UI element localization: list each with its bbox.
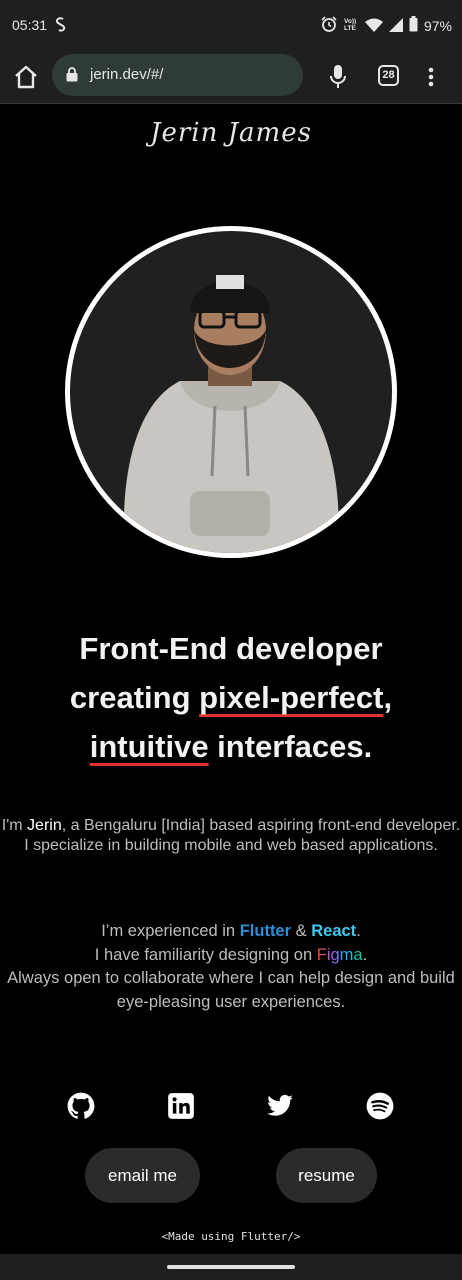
figma-label: Figma (316, 945, 363, 964)
headline-text: interfaces. (208, 729, 373, 764)
resume-button[interactable]: resume (276, 1148, 377, 1203)
svg-text:Vo)): Vo)) (344, 18, 356, 25)
bio-text: & (291, 922, 312, 940)
battery-icon (409, 16, 418, 36)
bio-experience-line: I’m experienced in Flutter & React. (0, 920, 462, 944)
bio-text: . (356, 922, 361, 940)
bio-intro: I'm Jerin, a Bengaluru [India] based asp… (0, 816, 462, 855)
flutter-label: Flutter (239, 922, 292, 940)
shazam-icon (54, 17, 68, 37)
wifi-icon (364, 17, 383, 36)
home-icon[interactable] (13, 64, 39, 90)
bio-name: Jerin (27, 817, 62, 834)
tabs-icon[interactable]: 28 (378, 65, 399, 86)
home-gesture-handle[interactable] (167, 1265, 295, 1269)
bio-collaborate-line: Always open to collaborate where I can h… (7, 969, 455, 1011)
highlight-pixel-perfect: pixel-perfect (199, 680, 384, 715)
bio-text: I’m experienced in (101, 922, 240, 940)
avatar-image (70, 231, 392, 553)
social-links (0, 1092, 462, 1122)
headline-text: creating (69, 680, 200, 715)
react-label: React (311, 922, 357, 940)
gesture-nav-bar (0, 1254, 462, 1280)
headline-line-2: creating pixel-perfect, (0, 673, 462, 722)
github-icon[interactable] (67, 1092, 95, 1120)
email-me-button[interactable]: email me (85, 1148, 200, 1203)
more-vert-icon[interactable] (424, 64, 438, 90)
battery-percent: 97% (423, 18, 452, 34)
signature-logo: Jerin James (150, 118, 312, 148)
bio-design-line: I have familiarity designing on Figma. (0, 944, 462, 968)
linkedin-icon[interactable] (167, 1092, 195, 1120)
bio-text: . (362, 945, 368, 964)
bio-text: I have familiarity designing on (94, 945, 317, 964)
bio-experience: I’m experienced in Flutter & React. I ha… (0, 920, 462, 1014)
bio-intro-line: I'm Jerin, a Bengaluru [India] based asp… (0, 816, 462, 836)
spotify-icon[interactable] (366, 1092, 394, 1120)
signal-icon (388, 17, 403, 36)
volte-icon: Vo)) LTE (343, 16, 359, 36)
url-text[interactable]: jerin.dev/#/ (90, 66, 163, 83)
headline-text: , (383, 680, 393, 715)
avatar (65, 226, 397, 558)
status-time: 05:31 (12, 17, 48, 33)
bio-specialty: I specialize in building mobile and web … (24, 836, 438, 854)
bio-text: , a Bengaluru [India] based aspiring fro… (61, 817, 461, 834)
headline: Front-End developer creating pixel-perfe… (0, 624, 462, 771)
lock-icon[interactable] (66, 67, 78, 86)
svg-text:LTE: LTE (344, 25, 356, 32)
headline-line-3: intuitive interfaces. (0, 722, 462, 771)
twitter-icon[interactable] (266, 1092, 294, 1120)
highlight-intuitive: intuitive (89, 729, 209, 764)
alarm-icon (321, 16, 337, 36)
footer-credit: <Made using Flutter/> (161, 1230, 301, 1243)
bio-text: I'm (1, 817, 28, 834)
address-bar[interactable]: jerin.dev/#/ (52, 54, 303, 96)
browser-toolbar: jerin.dev/#/ 28 (0, 52, 462, 104)
mic-icon[interactable] (329, 64, 347, 94)
status-bar: 05:31 Vo)) LTE 97% (0, 0, 462, 52)
headline-line-1: Front-End developer (79, 631, 383, 666)
